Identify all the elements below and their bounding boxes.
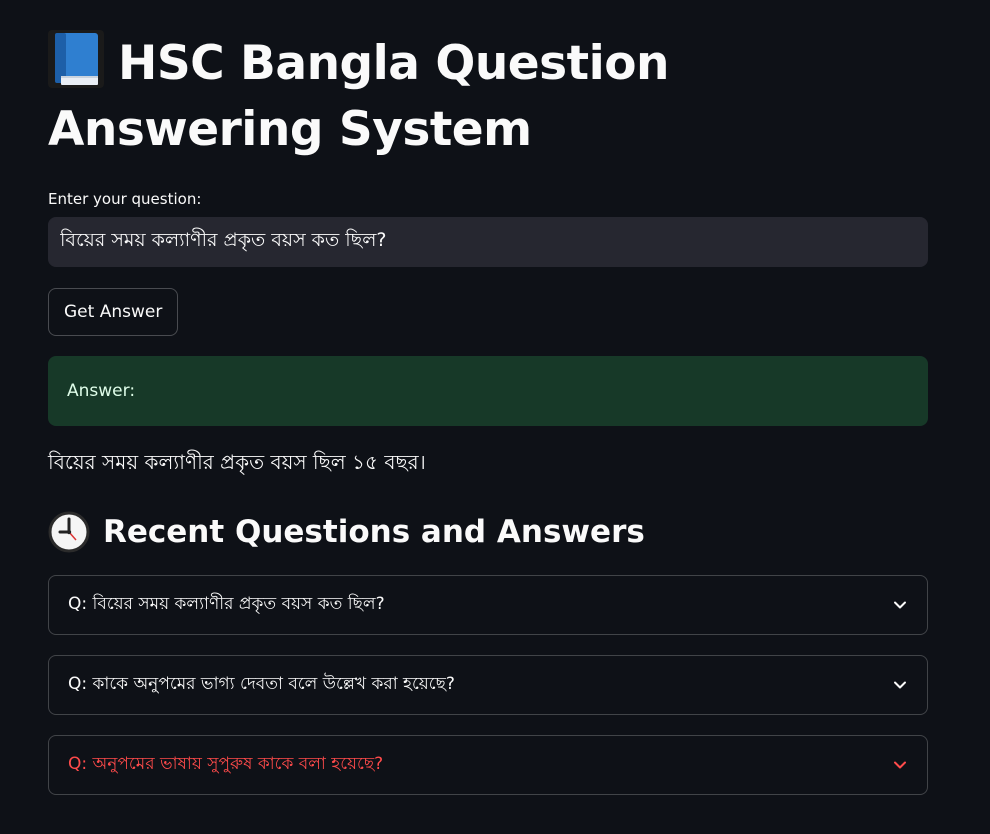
- recent-question-expander[interactable]: Q: অনুপমের ভাষায় সুপুরুষ কাকে বলা হয়েছ…: [48, 735, 928, 795]
- recent-section-title-text: Recent Questions and Answers: [103, 514, 645, 550]
- recent-question-label: Q: কাকে অনুপমের ভাগ্য দেবতা বলে উল্লেখ ক…: [68, 674, 455, 694]
- chevron-down-icon: [894, 681, 906, 689]
- chevron-down-icon: [894, 601, 906, 609]
- answer-alert: Answer:: [48, 356, 928, 426]
- recent-section-title: Recent Questions and Answers: [48, 511, 928, 553]
- clock-icon: [48, 511, 90, 553]
- answer-heading: Answer:: [67, 381, 136, 401]
- question-label: Enter your question:: [48, 190, 202, 208]
- answer-text: বিয়ের সময় কল্যাণীর প্রকৃত বয়স ছিল ১৫ …: [48, 450, 426, 474]
- recent-question-expander[interactable]: Q: বিয়ের সময় কল্যাণীর প্রকৃত বয়স কত ছ…: [48, 575, 928, 635]
- page-title-text: HSC Bangla Question Answering System: [48, 36, 669, 157]
- page-title: HSC Bangla Question Answering System: [48, 0, 928, 163]
- blue-book-icon: [48, 30, 104, 88]
- get-answer-button[interactable]: Get Answer: [48, 288, 179, 336]
- recent-question-label: Q: বিয়ের সময় কল্যাণীর প্রকৃত বয়স কত ছ…: [68, 594, 385, 614]
- recent-question-expander[interactable]: Q: কাকে অনুপমের ভাগ্য দেবতা বলে উল্লেখ ক…: [48, 655, 928, 715]
- main-container: HSC Bangla Question Answering System Ent…: [48, 0, 928, 795]
- chevron-down-icon: [894, 761, 906, 769]
- question-input[interactable]: [48, 217, 928, 267]
- recent-question-label: Q: অনুপমের ভাষায় সুপুরুষ কাকে বলা হয়েছ…: [68, 754, 384, 774]
